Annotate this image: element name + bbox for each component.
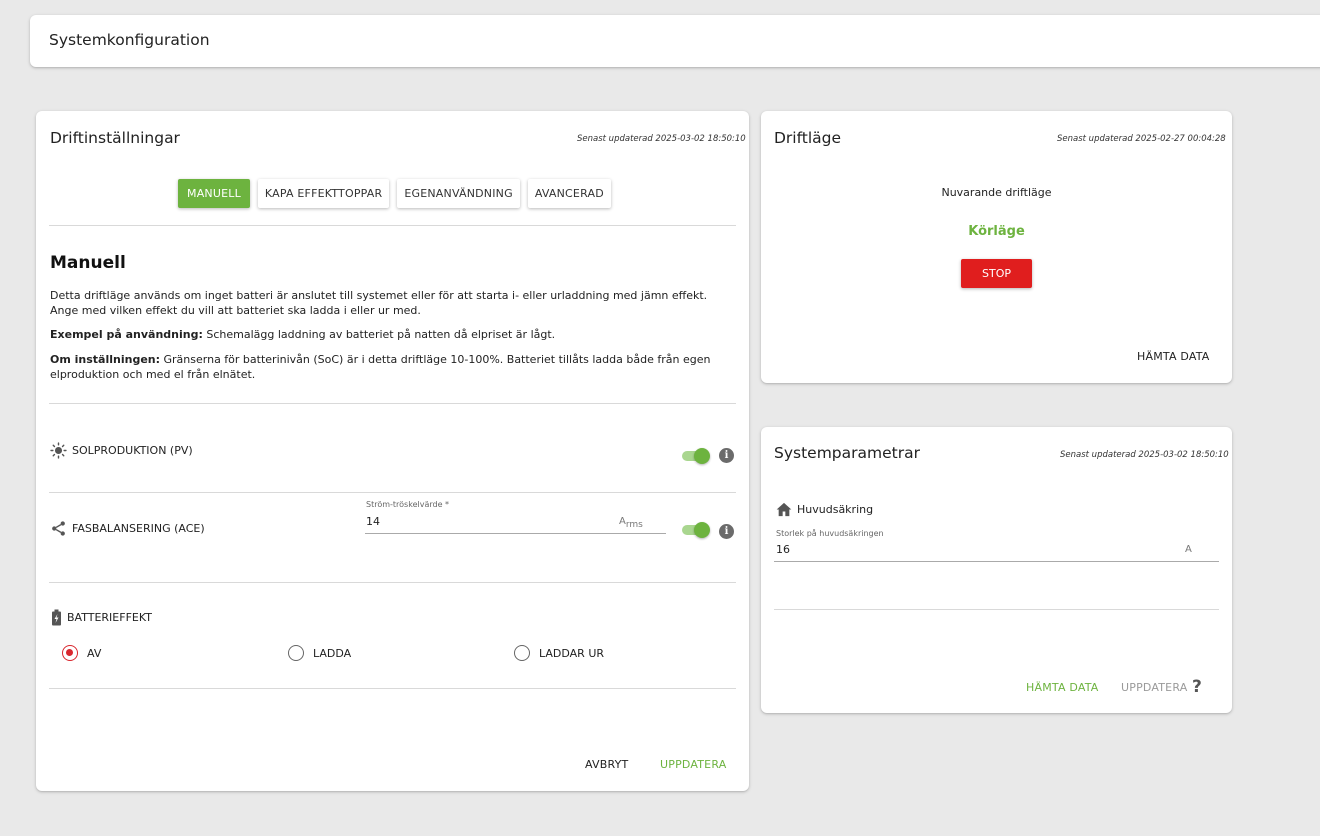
ace-row-label: FASBALANSERING (ACE) (50, 520, 205, 537)
fuse-row-label: Huvudsäkring (776, 502, 873, 517)
update-button[interactable]: UPPDATERA (1121, 681, 1187, 694)
help-icon[interactable]: ? (1192, 677, 1202, 697)
pv-toggle[interactable] (682, 448, 710, 464)
tab-kapa-effekttoppar[interactable]: KAPA EFFEKTTOPPAR (257, 179, 390, 208)
radio-laddar-ur-circle[interactable] (514, 645, 530, 661)
cancel-button[interactable]: AVBRYT (585, 758, 628, 771)
divider (49, 492, 736, 493)
unit-main: A (619, 516, 626, 527)
fuse-size-input[interactable] (776, 543, 1076, 556)
threshold-unit: Arms (619, 516, 643, 530)
fetch-data-button[interactable]: HÄMTA DATA (1137, 350, 1210, 363)
ace-label: FASBALANSERING (ACE) (72, 522, 205, 535)
current-mode-value: Körläge (968, 224, 1025, 239)
fuse-size-unit: A (1185, 544, 1192, 555)
drift-settings-title: Driftinställningar (50, 129, 180, 147)
battery-label: BATTERIEFFEKT (67, 611, 152, 624)
fuse-label: Huvudsäkring (797, 503, 874, 516)
settings-label: Om inställningen: (50, 353, 161, 366)
header-bar: Systemkonfiguration (30, 15, 1320, 67)
threshold-field-label: Ström-tröskelvärde * (366, 500, 450, 509)
pv-info-icon[interactable]: i (719, 448, 734, 463)
system-parameters-card: Systemparametrar Senast updaterad 2025-0… (761, 427, 1232, 713)
home-icon (776, 502, 792, 517)
fuse-size-underline (774, 561, 1219, 562)
divider (49, 688, 736, 689)
radio-laddar-ur[interactable]: LADDAR UR (514, 645, 604, 661)
drift-mode-title: Driftläge (774, 129, 842, 147)
unit-sub: rms (625, 520, 643, 530)
mode-description: Detta driftläge används om inget batteri… (50, 289, 708, 317)
ace-toggle[interactable] (682, 522, 710, 538)
mode-settings-info: Om inställningen: Gränserna för batterin… (50, 352, 730, 382)
drift-settings-card: Driftinställningar Senast updaterad 2025… (36, 111, 749, 791)
example-text: Schemalägg laddning av batteriet på natt… (202, 328, 556, 341)
drift-mode-updated: Senast updaterad 2025-02-27 00:04:28 (1057, 134, 1226, 144)
current-mode-label: Nuvarande driftläge (941, 186, 1052, 199)
page-title: Systemkonfiguration (49, 31, 210, 49)
tab-manuell[interactable]: MANUELL (178, 179, 250, 208)
mode-example: Exempel på användning: Schemalägg laddni… (50, 327, 730, 342)
divider (774, 609, 1219, 610)
update-button[interactable]: UPPDATERA (660, 758, 726, 771)
system-parameters-title: Systemparametrar (774, 444, 920, 462)
fuse-size-label: Storlek på huvudsäkringen (776, 529, 884, 538)
ace-info-icon[interactable]: i (719, 524, 734, 539)
share-icon (50, 520, 67, 537)
pv-label: SOLPRODUKTION (PV) (72, 444, 193, 457)
pv-row-label: SOLPRODUKTION (PV) (50, 442, 193, 459)
radio-av[interactable]: AV (62, 645, 101, 661)
sun-icon (50, 442, 67, 459)
radio-ladda-label: LADDA (313, 646, 352, 660)
battery-row-label: BATTERIEFFEKT (51, 609, 152, 626)
drift-mode-card: Driftläge Senast updaterad 2025-02-27 00… (761, 111, 1232, 383)
mode-tabs: MANUELL KAPA EFFEKTTOPPAR EGENANVÄNDNING… (178, 179, 611, 208)
threshold-underline (365, 533, 666, 534)
radio-laddar-ur-label: LADDAR UR (539, 646, 605, 660)
tab-avancerad[interactable]: AVANCERAD (527, 179, 611, 208)
radio-av-label: AV (87, 646, 102, 660)
tab-egenanvandning[interactable]: EGENANVÄNDNING (397, 179, 520, 208)
radio-ladda[interactable]: LADDA (288, 645, 351, 661)
fetch-data-button[interactable]: HÄMTA DATA (1026, 681, 1099, 694)
system-parameters-updated: Senast updaterad 2025-03-02 18:50:10 (1060, 450, 1229, 460)
radio-av-circle[interactable] (62, 645, 78, 661)
stop-button[interactable]: STOP (961, 259, 1032, 288)
divider (49, 582, 736, 583)
mode-heading: Manuell (50, 253, 126, 273)
divider (49, 225, 736, 226)
radio-ladda-circle[interactable] (288, 645, 304, 661)
battery-icon (51, 609, 62, 626)
drift-settings-updated: Senast updaterad 2025-03-02 18:50:10 (577, 134, 746, 144)
divider (49, 403, 736, 404)
threshold-input[interactable] (366, 515, 586, 528)
example-label: Exempel på användning: (50, 328, 203, 341)
